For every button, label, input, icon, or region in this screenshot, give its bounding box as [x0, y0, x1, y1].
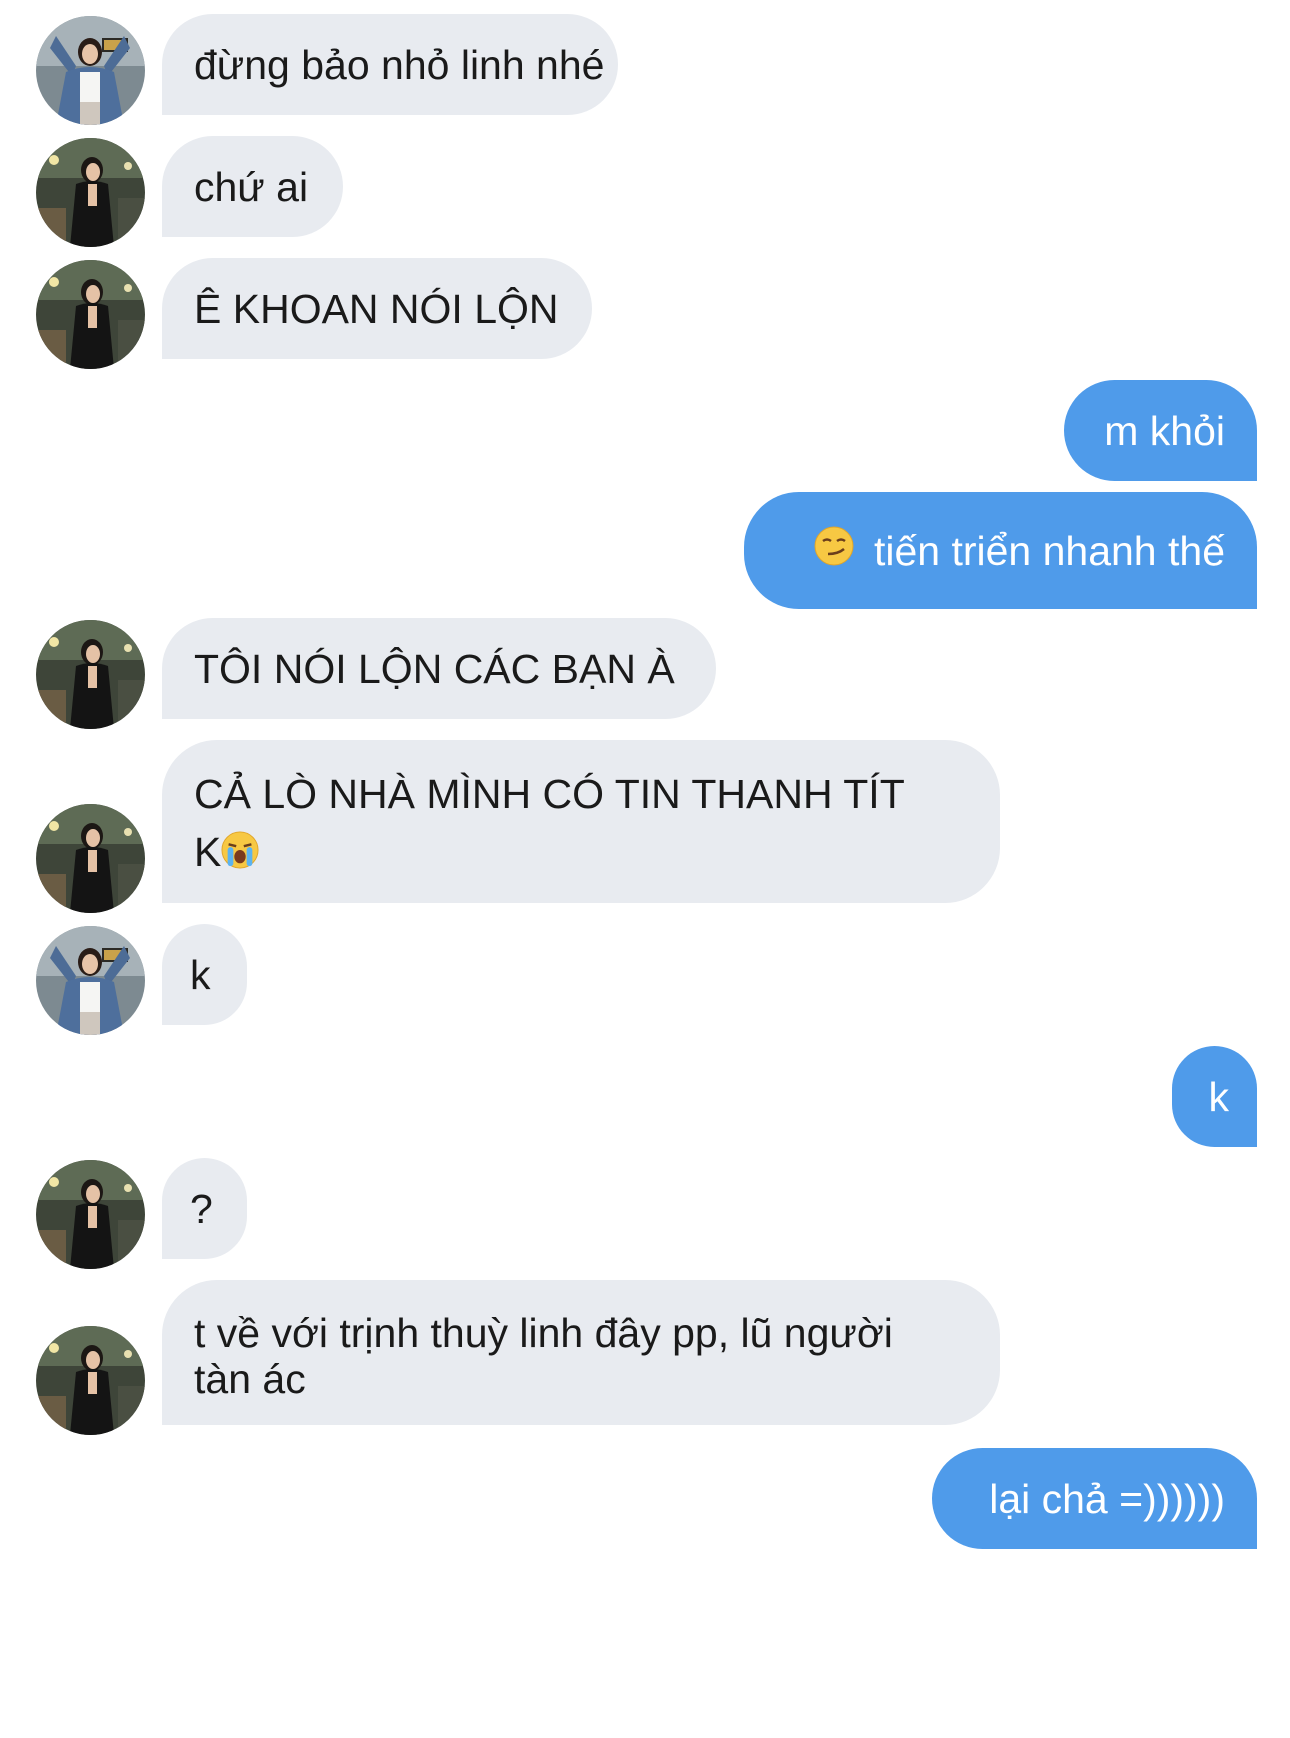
smirking-face-emoji	[814, 526, 854, 576]
avatar-girl-denim-jacket-icon[interactable]	[36, 16, 145, 125]
avatar-girl-black-dress-icon[interactable]	[36, 620, 145, 729]
outgoing-message-bubble[interactable]: k	[1172, 1046, 1257, 1147]
incoming-message-bubble[interactable]: Ê KHOAN NÓI LỘN	[162, 258, 592, 359]
outgoing-message-bubble[interactable]: lại chả =))))))	[932, 1448, 1257, 1549]
message-text-line-2-wrapper: K	[194, 828, 905, 879]
message-text: ?	[190, 1185, 213, 1232]
message-text: Ê KHOAN NÓI LỘN	[194, 285, 559, 332]
incoming-message-bubble[interactable]: đừng bảo nhỏ linh nhé	[162, 14, 618, 115]
message-text: đừng bảo nhỏ linh nhé	[194, 41, 605, 88]
message-text-line-2: tàn ác	[194, 1356, 306, 1402]
message-text: chứ ai	[194, 163, 309, 210]
incoming-message-bubble[interactable]: t về với trịnh thuỳ linh đây pp, lũ ngườ…	[162, 1280, 1000, 1425]
message-text: m khỏi	[1104, 407, 1225, 454]
outgoing-message-bubble[interactable]: m khỏi	[1064, 380, 1257, 481]
message-text: tiến triển nhanh thế	[873, 527, 1225, 574]
incoming-message-bubble[interactable]: TÔI NÓI LỘN CÁC BẠN À	[162, 618, 716, 719]
avatar-girl-black-dress-icon[interactable]	[36, 1160, 145, 1269]
incoming-message-bubble[interactable]: CẢ LÒ NHÀ MÌNH CÓ TIN THANH TÍT K	[162, 740, 1000, 903]
incoming-message-bubble[interactable]: chứ ai	[162, 136, 343, 237]
message-text: k	[190, 951, 211, 998]
avatar-girl-black-dress-icon[interactable]	[36, 260, 145, 369]
message-text: lại chả =))))))	[989, 1475, 1225, 1522]
message-text-line-1: t về với trịnh thuỳ linh đây pp, lũ ngườ…	[194, 1310, 893, 1356]
incoming-message-bubble[interactable]: k	[162, 924, 247, 1025]
outgoing-message-bubble[interactable]: tiến triển nhanh thế	[744, 492, 1257, 609]
message-text: TÔI NÓI LỘN CÁC BẠN À	[194, 645, 675, 692]
message-text-line-1: CẢ LÒ NHÀ MÌNH CÓ TIN THANH TÍT	[194, 771, 905, 817]
incoming-message-bubble[interactable]: ?	[162, 1158, 247, 1259]
chat-thread: đừng bảo nhỏ linh nhé chứ ai Ê KHOAN NÓI…	[0, 0, 1290, 1738]
loudly-crying-face-emoji	[221, 831, 259, 879]
message-text-line-2: K	[194, 829, 222, 875]
message-text: k	[1208, 1073, 1230, 1120]
avatar-girl-black-dress-icon[interactable]	[36, 804, 145, 913]
avatar-girl-black-dress-icon[interactable]	[36, 138, 145, 247]
avatar-girl-black-dress-icon[interactable]	[36, 1326, 145, 1435]
avatar-girl-denim-jacket-icon[interactable]	[36, 926, 145, 1035]
